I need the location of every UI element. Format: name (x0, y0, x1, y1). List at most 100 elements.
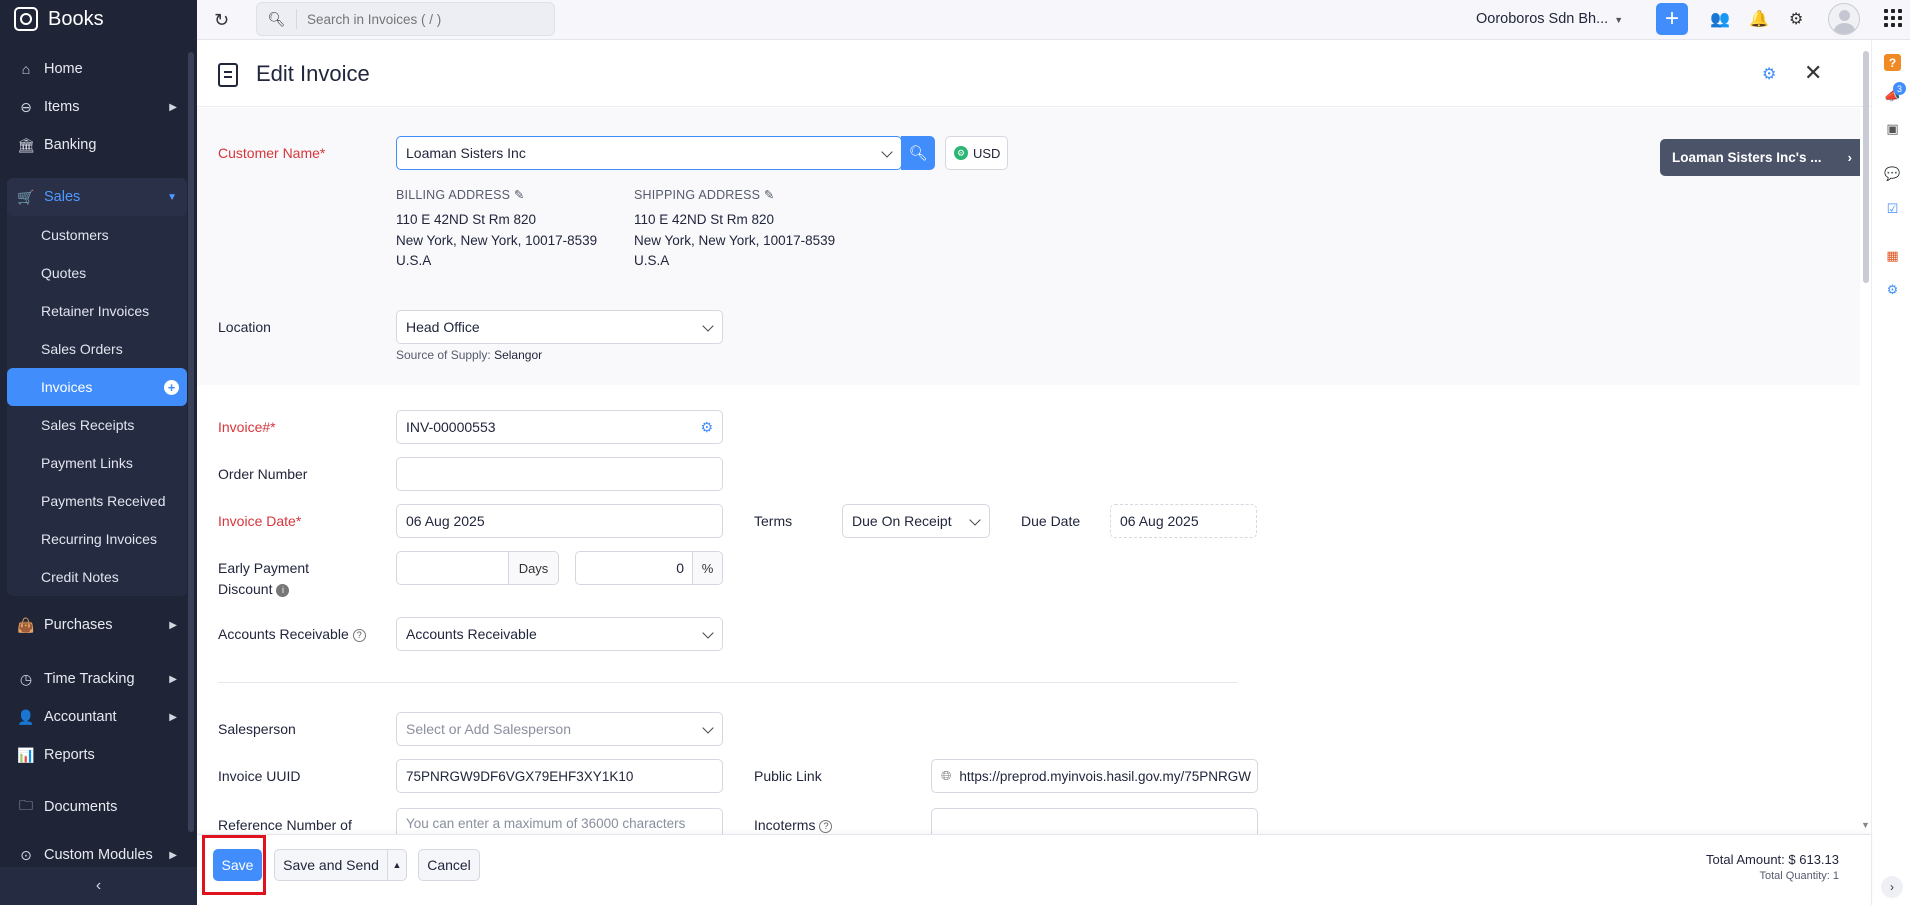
refresh-icon[interactable]: ↻ (214, 10, 229, 31)
sidebar-item-accountant[interactable]: 👤 Accountant ▶ (7, 698, 187, 736)
salesperson-label: Salesperson (218, 721, 296, 737)
sidebar-item-payments-received[interactable]: Payments Received (7, 482, 187, 520)
incoterms-field[interactable] (931, 808, 1258, 834)
terms-select[interactable]: Due On Receipt (842, 504, 990, 538)
save-and-send-button[interactable]: Save and Send (274, 849, 388, 881)
sidebar-item-custom-modules[interactable]: ⊙ Custom Modules ▶ (7, 840, 187, 870)
sidebar-item-label: Documents (44, 799, 118, 815)
sales-group: 🛒 Sales ▼ Customers Quotes Retainer Invo… (7, 178, 187, 596)
sidebar-item-label: Banking (44, 137, 97, 153)
save-button[interactable]: Save (213, 849, 262, 881)
sidebar-item-sales-receipts[interactable]: Sales Receipts (7, 406, 187, 444)
sidebar-item-recurring-invoices[interactable]: Recurring Invoices (7, 520, 187, 558)
invoice-number-field[interactable]: INV-00000553 ⚙ (396, 410, 723, 444)
collapse-sidebar-button[interactable]: ‹ (0, 867, 197, 905)
due-date-field[interactable]: 06 Aug 2025 (1110, 504, 1257, 538)
sidebar-nav: ⌂ Home ⊖ Items ▶ 🏛 Banking 🛒 Sales ▼ Cus… (7, 50, 187, 870)
close-icon[interactable]: ✕ (1804, 60, 1822, 86)
customer-search-button[interactable]: 🔍︎ (901, 136, 935, 170)
help-circle-icon[interactable]: ? (352, 628, 366, 642)
avatar[interactable] (1828, 3, 1860, 35)
bell-icon[interactable]: 🔔 (1749, 9, 1769, 29)
chat-icon[interactable]: 💬 (1884, 165, 1901, 182)
sidebar-item-label: Home (44, 61, 83, 77)
checklist-icon[interactable]: ☑ (1884, 200, 1901, 217)
discount-days-field[interactable]: Days (396, 551, 559, 585)
brand-name: Books (48, 7, 104, 30)
reference-number-field[interactable]: You can enter a maximum of 36000 charact… (396, 808, 723, 834)
invoice-date-field[interactable]: 06 Aug 2025 (396, 504, 723, 538)
public-link-field[interactable]: 🌐︎ https://preprod.myinvois.hasil.gov.my… (931, 759, 1258, 793)
apps-grid-icon[interactable] (1884, 9, 1902, 27)
chevron-down-icon: ▼ (1614, 15, 1624, 25)
video-icon[interactable]: ▣ (1884, 120, 1901, 137)
gear-icon[interactable]: ⚙ (1762, 64, 1776, 84)
sidebar-item-customers[interactable]: Customers (7, 216, 187, 254)
main-scrollbar[interactable] (1863, 51, 1869, 283)
scroll-down-icon[interactable]: ▼ (1861, 820, 1870, 830)
sidebar-item-payment-links[interactable]: Payment Links (7, 444, 187, 482)
sidebar-item-retainer-invoices[interactable]: Retainer Invoices (7, 292, 187, 330)
save-options-dropdown[interactable]: ▲ (387, 849, 407, 881)
currency-badge[interactable]: ⚙ USD (945, 136, 1008, 170)
quick-create-button[interactable]: + (1656, 3, 1688, 35)
location-label: Location (218, 319, 271, 335)
discount-percent-field[interactable]: 0 % (575, 551, 723, 585)
gear-icon[interactable]: ⚙ (1789, 9, 1803, 29)
chevron-down-icon (702, 627, 714, 639)
search-box[interactable]: 🔍︎ (256, 2, 555, 36)
main-content: Edit Invoice ⚙ ✕ Customer Name* Loaman S… (197, 41, 1871, 905)
info-icon[interactable]: i (276, 583, 290, 597)
search-input[interactable] (297, 11, 537, 27)
sidebar-item-sales-orders[interactable]: Sales Orders (7, 330, 187, 368)
invoice-date-label: Invoice Date* (218, 513, 302, 529)
reference-number-label: Reference Number of (218, 817, 352, 833)
sidebar-item-credit-notes[interactable]: Credit Notes (7, 558, 187, 596)
reference-number-placeholder: You can enter a maximum of 36000 charact… (406, 816, 686, 831)
shipping-address-title[interactable]: SHIPPING ADDRESS ✎ (634, 187, 775, 202)
edit-pencil-icon[interactable]: ✎ (764, 188, 775, 202)
order-number-field[interactable] (396, 457, 723, 491)
accounts-receivable-select[interactable]: Accounts Receivable (396, 617, 723, 651)
users-icon[interactable]: 👥 (1710, 9, 1730, 29)
org-switcher[interactable]: Ooroboros Sdn Bh... ▼ (1476, 11, 1623, 27)
gear-icon[interactable]: ⚙ (700, 419, 713, 436)
chevron-right-icon[interactable]: › (1881, 876, 1903, 898)
document-icon (218, 63, 238, 87)
customer-details-panel-toggle[interactable]: Loaman Sisters Inc's ... › (1660, 139, 1860, 176)
sidebar-item-sales[interactable]: 🛒 Sales ▼ (7, 178, 187, 216)
sidebar-item-home[interactable]: ⌂ Home (7, 50, 187, 88)
sidebar-item-time-tracking[interactable]: ◷ Time Tracking ▶ (7, 660, 187, 698)
sidebar-item-quotes[interactable]: Quotes (7, 254, 187, 292)
right-rail: ? 📣 3 ▣ 💬 ☑ ▦ ⚙ › (1871, 40, 1910, 905)
page-title: Edit Invoice (256, 61, 370, 86)
sidebar-item-banking[interactable]: 🏛 Banking (7, 126, 187, 164)
billing-address-title[interactable]: BILLING ADDRESS ✎ (396, 187, 525, 202)
sidebar-item-invoices[interactable]: Invoices + (7, 368, 187, 406)
settings-icon[interactable]: ⚙ (1884, 281, 1901, 298)
add-invoice-icon[interactable]: + (164, 379, 179, 395)
help-icon[interactable]: ? (1884, 54, 1901, 71)
cancel-button[interactable]: Cancel (418, 849, 480, 881)
folder-icon: 🗀 (19, 797, 33, 813)
bank-icon: 🏛 (17, 136, 35, 153)
edit-pencil-icon[interactable]: ✎ (514, 188, 525, 202)
widget-icon[interactable]: ▦ (1884, 247, 1901, 264)
invoice-number-value: INV-00000553 (406, 419, 496, 435)
brand[interactable]: Books (0, 0, 197, 38)
chevron-down-icon (702, 320, 714, 332)
help-circle-icon[interactable]: ? (819, 819, 833, 833)
sidebar-item-items[interactable]: ⊖ Items ▶ (7, 88, 187, 126)
search-icon[interactable]: 🔍︎ (257, 9, 297, 29)
source-of-supply: Source of Supply: Selangor (396, 348, 542, 362)
sidebar-item-purchases[interactable]: 👜 Purchases ▶ (7, 606, 187, 644)
salesperson-select[interactable]: Select or Add Salesperson (396, 712, 723, 746)
customer-name-select[interactable]: Loaman Sisters Inc (396, 136, 902, 170)
sidebar-item-documents[interactable]: 🗀 Documents (7, 788, 187, 826)
sidebar-item-reports[interactable]: 📊 Reports (7, 736, 187, 774)
location-select[interactable]: Head Office (396, 310, 723, 344)
sidebar-scrollbar[interactable] (188, 52, 194, 832)
sidebar-item-label: Purchases (44, 617, 113, 633)
total-quantity: Total Quantity: 1 (1759, 870, 1840, 882)
invoice-uuid-field[interactable]: 75PNRGW9DF6VGX79EHF3XY1K10 (396, 759, 723, 793)
